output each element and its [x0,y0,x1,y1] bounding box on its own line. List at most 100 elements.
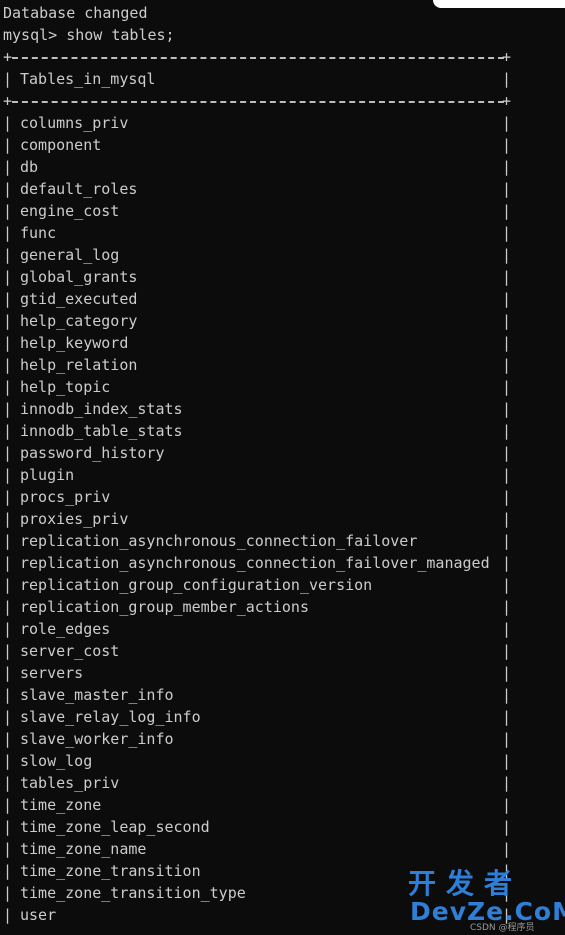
table-row: | engine_cost | [3,200,565,222]
table-row: | plugin | [3,464,565,486]
border-side: | [3,906,13,924]
table-cell: engine_cost [20,202,120,220]
border-side: | [502,708,512,726]
table-header: Tables_in_mysql [20,70,156,88]
border-side: | [502,290,512,308]
table-cell: replication_group_member_actions [20,598,309,616]
table-body: | columns_priv | | component | | db | | default_ro… [3,112,565,926]
table-cell: procs_priv [20,488,111,506]
border-side: | [502,224,512,242]
border-dashes [12,101,504,103]
border-side: | [502,158,512,176]
border-side: | [502,598,512,616]
table-row: | replication_asynchronous_connection_fai… [3,552,565,574]
border-side: | [3,400,13,418]
table-cell: slave_worker_info [20,730,174,748]
border-side: | [3,180,13,198]
border-side: | [502,466,512,484]
table-cell: default_roles [20,180,138,198]
border-side: | [502,70,512,88]
table-cell: slow_log [20,752,93,770]
border-side: | [502,664,512,682]
table-row: | slow_log | [3,750,565,772]
table-cell: help_topic [20,378,111,396]
border-side: | [502,268,512,286]
border-side: | [3,774,13,792]
border-side: | [3,246,13,264]
command-line: mysql> show tables; [3,26,175,44]
border-corner: + [502,92,512,110]
table-cell: func [20,224,57,242]
table-row: | innodb_index_stats | [3,398,565,420]
border-side: | [502,840,512,858]
border-side: | [3,840,13,858]
border-side: | [502,180,512,198]
border-side: | [3,510,13,528]
table-row: | global_grants | [3,266,565,288]
border-side: | [3,664,13,682]
border-side: | [3,378,13,396]
watermark-small-text: CSDN @程序员 [470,923,535,933]
table-row: | servers | [3,662,565,684]
terminal-output[interactable]: Database changed mysql> show tables; + +… [3,2,565,926]
table-row: | tables_priv | [3,772,565,794]
border-side: | [502,730,512,748]
border-side: | [3,752,13,770]
table-row: | password_history | [3,442,565,464]
border-side: | [3,862,13,880]
table-cell: help_keyword [20,334,129,352]
table-cell: user [20,906,57,924]
table-row: | time_zone_name | [3,838,565,860]
table-cell: general_log [20,246,120,264]
table-row: | time_zone | [3,794,565,816]
table-row: | slave_worker_info | [3,728,565,750]
border-corner: + [3,48,13,66]
watermark-chinese-logo: 开发者 [408,867,523,900]
table-row: | innodb_table_stats | [3,420,565,442]
table-row: | default_roles | [3,178,565,200]
table-row: | db | [3,156,565,178]
border-dashes [12,57,504,59]
border-side: | [502,642,512,660]
border-side: | [502,796,512,814]
border-side: | [502,378,512,396]
border-side: | [3,598,13,616]
border-side: | [3,158,13,176]
border-side: | [3,202,13,220]
border-side: | [3,730,13,748]
border-side: | [502,532,512,550]
border-side: | [502,114,512,132]
table-row: | replication_group_member_actions | [3,596,565,618]
border-side: | [3,796,13,814]
border-side: | [3,642,13,660]
border-side: | [502,246,512,264]
border-side: | [502,818,512,836]
border-corner: + [502,48,512,66]
table-row: | general_log | [3,244,565,266]
border-side: | [3,466,13,484]
table-row: | help_topic | [3,376,565,398]
table-cell: help_relation [20,356,138,374]
table-cell: global_grants [20,268,138,286]
border-side: | [3,70,13,88]
table-cell: password_history [20,444,165,462]
border-side: | [502,422,512,440]
table-row: | role_edges | [3,618,565,640]
border-side: | [502,444,512,462]
border-side: | [3,290,13,308]
table-cell: slave_master_info [20,686,174,704]
border-side: | [502,686,512,704]
table-row: | proxies_priv | [3,508,565,530]
table-cell: component [20,136,102,154]
table-cell: gtid_executed [20,290,138,308]
table-cell: columns_priv [20,114,129,132]
border-corner: + [3,92,13,110]
table-row: | slave_relay_log_info | [3,706,565,728]
table-cell: replication_asynchronous_connection_fail… [20,554,490,572]
table-row: | func | [3,222,565,244]
border-side: | [3,576,13,594]
border-side: | [502,774,512,792]
table-cell: plugin [20,466,75,484]
border-side: | [3,356,13,374]
border-side: | [502,576,512,594]
